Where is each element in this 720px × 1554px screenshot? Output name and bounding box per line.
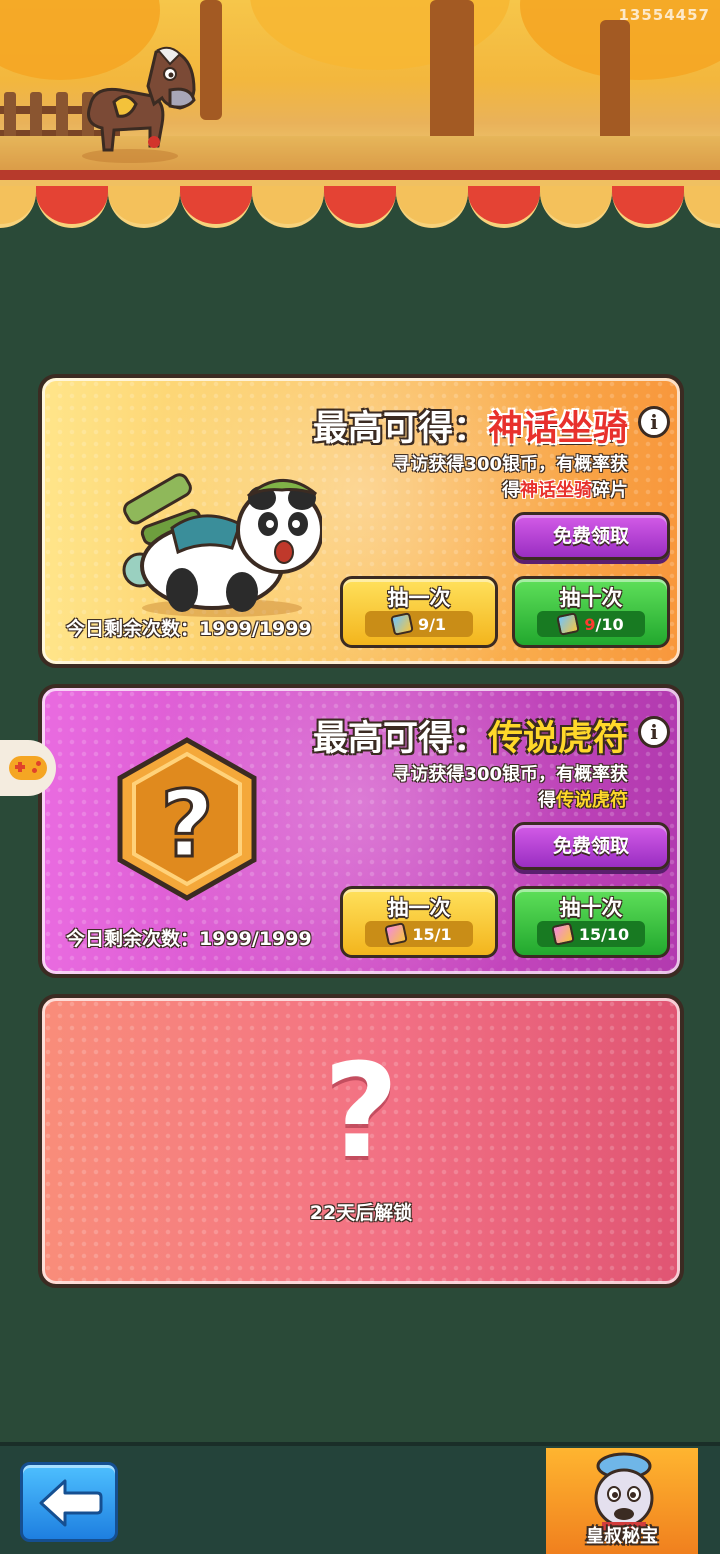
headline: 最高可得： 传说虎符 bbox=[313, 710, 628, 761]
info-icon[interactable]: i bbox=[638, 406, 670, 438]
panda-mount-image bbox=[122, 473, 322, 617]
mystery-hexagon-icon: ? bbox=[117, 737, 257, 901]
mount-token-icon bbox=[556, 612, 581, 636]
question-mark-icon: ? bbox=[323, 1035, 399, 1187]
draw-once-label: 抽一次 bbox=[387, 896, 451, 920]
draw-ten-label: 抽十次 bbox=[559, 896, 623, 920]
tree-trunk bbox=[600, 20, 630, 150]
royal-uncle-treasure-button[interactable]: 皇叔秘宝 bbox=[546, 1448, 698, 1554]
cost-required: /10 bbox=[595, 614, 624, 634]
draw-once-button[interactable]: 抽一次 15/1 bbox=[340, 886, 498, 958]
draw-cost-value: 15/10 bbox=[578, 924, 630, 944]
mount-token-icon bbox=[390, 612, 414, 636]
tiger-token-icon bbox=[550, 922, 575, 946]
locked-card: ? 22天后解锁 bbox=[38, 994, 684, 1288]
reward-description: 寻访获得300银币，有概率获 得传说虎符 bbox=[348, 762, 628, 814]
draw-cost: 15/1 bbox=[365, 921, 473, 947]
draw-ten-button[interactable]: 抽十次 9/10 bbox=[512, 576, 670, 648]
mythic-mount-card: 最高可得： 神话坐骑 i 寻访获得300银币，有概率获 得神话坐骑碎片 免费领取… bbox=[38, 374, 684, 668]
headline-prefix: 最高可得： bbox=[312, 719, 488, 759]
tiger-token-icon bbox=[384, 922, 409, 946]
description-line: 寻访获得300银币，有概率获 bbox=[392, 454, 628, 475]
user-id: 13554457 bbox=[618, 6, 710, 24]
horse-character bbox=[82, 46, 196, 163]
description-text: 碎片 bbox=[592, 480, 628, 501]
cost-owned: 9 bbox=[584, 614, 596, 634]
draw-cost: 15/10 bbox=[537, 921, 645, 947]
header-scene: 13554457 bbox=[0, 0, 720, 176]
description-line: 得神话坐骑碎片 bbox=[348, 478, 628, 504]
headline: 最高可得： 神话坐骑 bbox=[313, 400, 628, 451]
reward-description: 寻访获得300银币，有概率获 得神话坐骑碎片 bbox=[348, 452, 628, 504]
description-highlight: 神话坐骑 bbox=[520, 480, 592, 501]
description-line: 得传说虎符 bbox=[348, 788, 628, 814]
draw-cost: 9/10 bbox=[537, 611, 645, 637]
back-button[interactable] bbox=[20, 1462, 118, 1542]
back-arrow-icon bbox=[39, 1479, 103, 1527]
draw-ten-button[interactable]: 抽十次 15/10 bbox=[512, 886, 670, 958]
draw-ten-label: 抽十次 bbox=[559, 586, 623, 610]
legendary-tiger-tally-card: ? 最高可得： 传说虎符 i 寻访获得300银币，有概率获 得传说虎符 免费领取… bbox=[38, 684, 684, 978]
description-line: 寻访获得300银币，有概率获 bbox=[392, 764, 628, 785]
tree-trunk bbox=[430, 0, 474, 150]
awning bbox=[0, 170, 720, 230]
svg-text:?: ? bbox=[160, 771, 213, 878]
free-claim-button[interactable]: 免费领取 bbox=[512, 822, 670, 870]
remaining-count: 今日剩余次数：1999/1999 bbox=[66, 928, 312, 950]
info-icon[interactable]: i bbox=[638, 716, 670, 748]
description-highlight: 传说虎符 bbox=[556, 790, 628, 811]
royal-uncle-avatar bbox=[594, 1452, 654, 1532]
draw-cost-value: 9/1 bbox=[417, 614, 447, 634]
gamepad-icon bbox=[9, 756, 47, 780]
draw-cost-value: 9/10 bbox=[584, 615, 623, 634]
draw-once-button[interactable]: 抽一次 9/1 bbox=[340, 576, 498, 648]
gamepad-float-button[interactable] bbox=[0, 740, 56, 796]
headline-reward: 传说虎符 bbox=[487, 719, 628, 759]
free-claim-button[interactable]: 免费领取 bbox=[512, 512, 670, 560]
description-text: 得 bbox=[538, 790, 556, 811]
remaining-count: 今日剩余次数：1999/1999 bbox=[66, 618, 312, 640]
headline-prefix: 最高可得： bbox=[312, 409, 488, 449]
royal-uncle-label: 皇叔秘宝 bbox=[586, 1526, 658, 1547]
draw-cost-value: 15/1 bbox=[412, 924, 452, 944]
unlock-countdown: 22天后解锁 bbox=[309, 1202, 413, 1224]
headline-reward: 神话坐骑 bbox=[487, 409, 628, 449]
draw-once-label: 抽一次 bbox=[387, 586, 451, 610]
draw-cost: 9/1 bbox=[365, 611, 473, 637]
description-text: 得 bbox=[502, 480, 520, 501]
